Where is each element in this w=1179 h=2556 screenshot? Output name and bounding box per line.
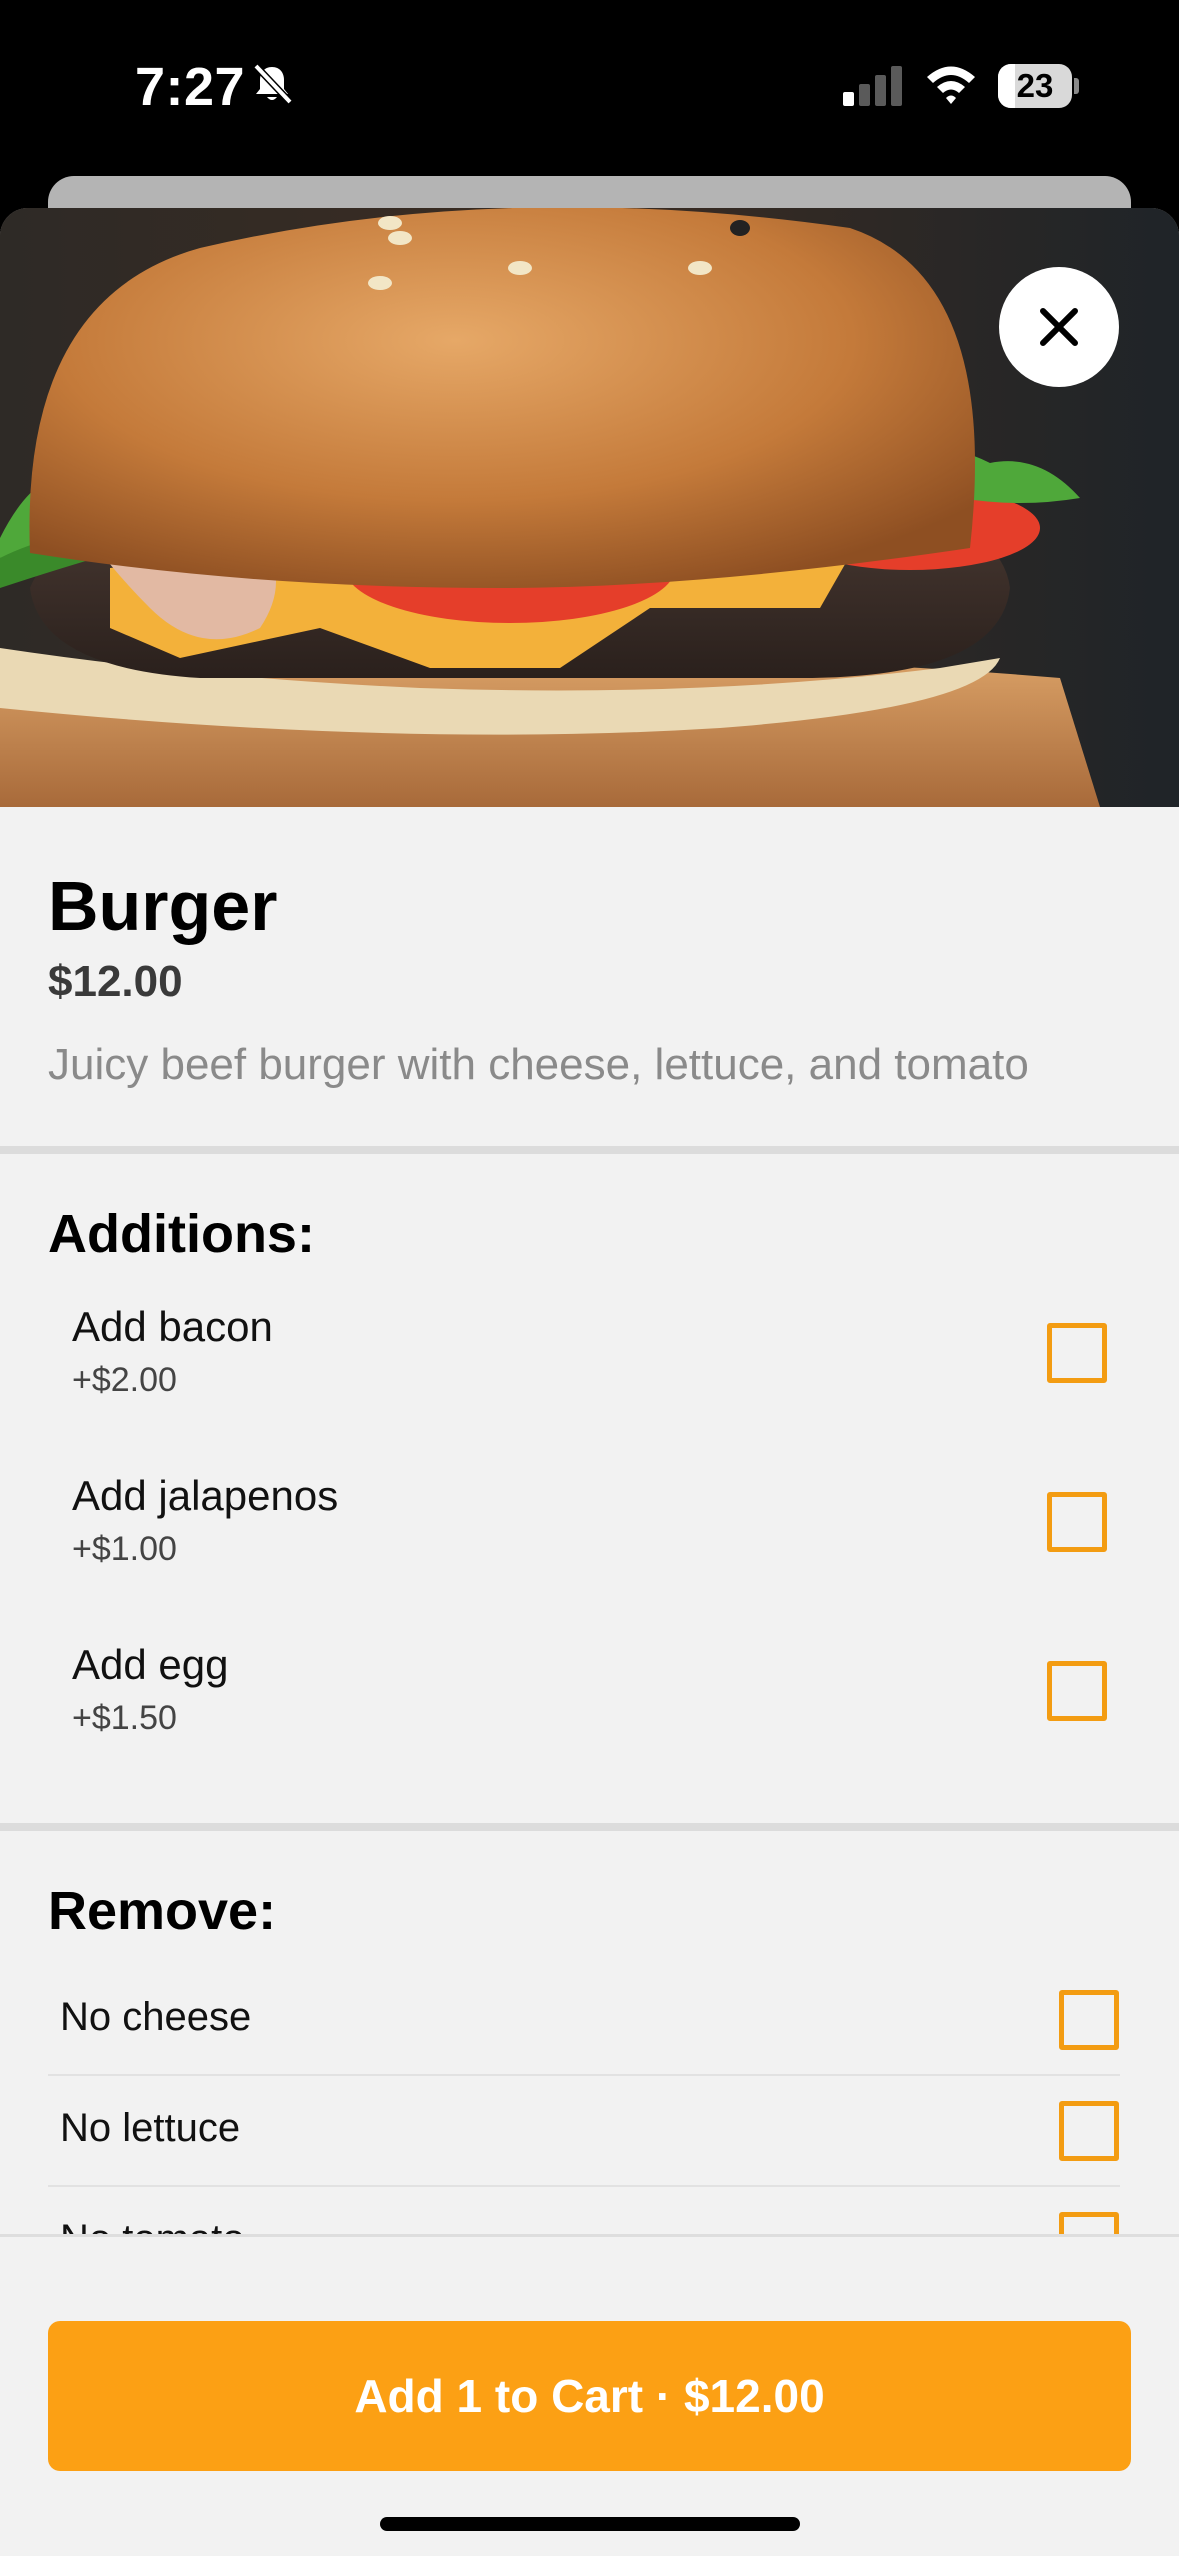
home-indicator[interactable]	[380, 2517, 800, 2531]
additions-title: Additions:	[48, 1204, 315, 1264]
battery-icon: 23	[998, 64, 1079, 108]
cellular-signal-icon	[843, 66, 902, 106]
addition-checkbox-jalapenos[interactable]	[1047, 1492, 1107, 1552]
addition-label: Add bacon	[72, 1303, 273, 1350]
battery-percent: 23	[1016, 67, 1054, 104]
addition-label: Add egg	[72, 1641, 229, 1688]
addition-label: Add jalapenos	[72, 1472, 339, 1519]
section-divider	[0, 1146, 1179, 1154]
addition-price: +$1.50	[72, 1699, 177, 1737]
addition-item-egg[interactable]: Add egg +$1.50	[72, 1641, 1107, 1761]
remove-item-lettuce[interactable]: No lettuce	[48, 2076, 1120, 2187]
remove-label: No cheese	[60, 1995, 252, 2039]
product-title: Burger	[48, 867, 278, 945]
section-divider	[0, 1823, 1179, 1831]
product-price: $12.00	[48, 957, 183, 1006]
wifi-icon	[927, 66, 975, 104]
product-sheet: Burger $12.00 Juicy beef burger with che…	[0, 208, 1179, 2556]
product-image	[0, 208, 1179, 807]
remove-checkbox-cheese[interactable]	[1059, 1990, 1119, 2050]
addition-checkbox-egg[interactable]	[1047, 1661, 1107, 1721]
addition-item-bacon[interactable]: Add bacon +$2.00	[72, 1303, 1107, 1423]
addition-checkbox-bacon[interactable]	[1047, 1323, 1107, 1383]
add-to-cart-button[interactable]: Add 1 to Cart · $12.00	[48, 2321, 1131, 2471]
close-button[interactable]	[999, 267, 1119, 387]
addition-item-jalapenos[interactable]: Add jalapenos +$1.00	[72, 1472, 1107, 1592]
status-bar: 7:27 23	[0, 0, 1179, 175]
remove-item-cheese[interactable]: No cheese	[48, 1965, 1120, 2076]
product-description: Juicy beef burger with cheese, lettuce, …	[48, 1040, 1029, 1089]
bell-slash-icon	[253, 63, 293, 105]
addition-price: +$2.00	[72, 1361, 177, 1399]
bottom-action-bar: Add 1 to Cart · $12.00	[0, 2234, 1179, 2556]
close-icon	[1040, 308, 1078, 346]
burger-photo	[0, 208, 1179, 807]
remove-label: No lettuce	[60, 2106, 241, 2150]
addition-price: +$1.00	[72, 1530, 177, 1568]
remove-title: Remove:	[48, 1881, 277, 1941]
status-time: 7:27	[135, 57, 246, 117]
remove-checkbox-lettuce[interactable]	[1059, 2101, 1119, 2161]
